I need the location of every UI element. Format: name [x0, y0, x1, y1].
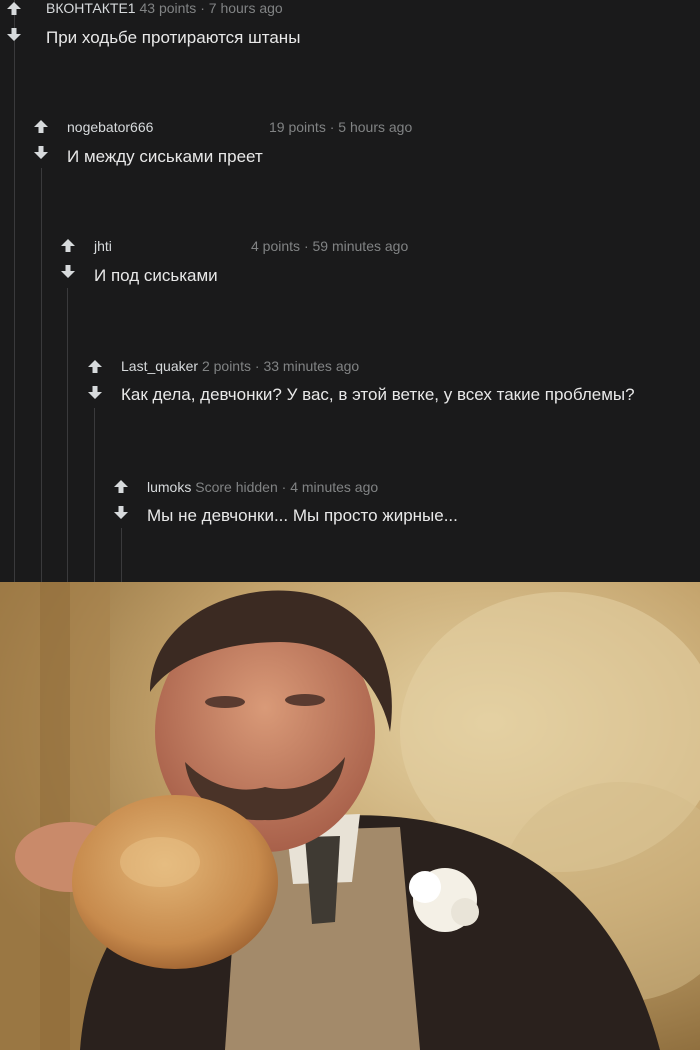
timestamp[interactable]: 4 minutes ago — [290, 479, 378, 495]
comment-thread: ВКОНТАКТЕ1 43 points · 7 hours ago При х… — [0, 0, 700, 582]
score: 4 points — [251, 238, 301, 254]
separator: · — [254, 358, 260, 374]
upvote-arrow-icon[interactable] — [60, 237, 76, 253]
downvote-arrow-icon[interactable] — [60, 264, 76, 280]
downvote-arrow-icon[interactable] — [87, 385, 103, 401]
username-link[interactable]: lumoks — [147, 479, 191, 495]
comment-meta: ВКОНТАКТЕ1 43 points · 7 hours ago — [46, 0, 283, 16]
timestamp[interactable]: 33 minutes ago — [263, 358, 359, 374]
downvote-arrow-icon[interactable] — [33, 145, 49, 161]
score: 43 points — [139, 0, 197, 16]
upvote-arrow-icon[interactable] — [33, 118, 49, 134]
comment-meta: nogebator666 — [67, 119, 153, 135]
username-link[interactable]: jhti — [94, 238, 112, 254]
separator: · — [303, 238, 309, 254]
separator: · — [281, 479, 287, 495]
comment-meta: 19 points · 5 hours ago — [269, 119, 412, 135]
comment: ВКОНТАКТЕ1 43 points · 7 hours ago При х… — [0, 0, 700, 60]
comment: jhti 4 points · 59 minutes ago И под сис… — [0, 237, 700, 297]
comment-body: И под сиськами — [94, 266, 218, 285]
score: 19 points — [269, 119, 326, 135]
comment-body: Как дела, девчонки? У вас, в этой ветке,… — [121, 385, 635, 404]
timestamp[interactable]: 7 hours ago — [209, 0, 283, 16]
score: Score hidden — [195, 479, 278, 495]
upvote-arrow-icon[interactable] — [87, 358, 103, 374]
timestamp[interactable]: 5 hours ago — [338, 119, 412, 135]
upvote-arrow-icon[interactable] — [6, 0, 22, 16]
downvote-arrow-icon[interactable] — [6, 27, 22, 43]
comment-meta: jhti — [94, 238, 112, 254]
laughing-man-holding-bun-image — [0, 582, 700, 1050]
comment-body: Мы не девчонки... Мы просто жирные... — [147, 506, 458, 525]
separator: · — [329, 119, 335, 135]
downvote-arrow-icon[interactable] — [113, 505, 129, 521]
comment-body: И между сиськами преет — [67, 147, 263, 166]
comment-body: При ходьбе протираются штаны — [46, 28, 301, 47]
score: 2 points — [201, 358, 251, 374]
meme-photo — [0, 582, 700, 1050]
username-link[interactable]: nogebator666 — [67, 119, 153, 135]
comment-meta: 4 points · 59 minutes ago — [251, 238, 408, 254]
username-link[interactable]: ВКОНТАКТЕ1 — [46, 0, 136, 16]
timestamp[interactable]: 59 minutes ago — [313, 238, 409, 254]
upvote-arrow-icon[interactable] — [113, 478, 129, 494]
comment-meta: Last_quaker 2 points · 33 minutes ago — [121, 358, 359, 374]
comment: Last_quaker 2 points · 33 minutes ago Ка… — [0, 358, 700, 418]
comment: nogebator666 19 points · 5 hours ago И м… — [0, 118, 700, 178]
comment-meta: lumoks Score hidden · 4 minutes ago — [147, 479, 378, 495]
separator: · — [200, 0, 205, 16]
comment: lumoks Score hidden · 4 minutes ago Мы н… — [0, 478, 700, 538]
username-link[interactable]: Last_quaker — [121, 358, 198, 374]
